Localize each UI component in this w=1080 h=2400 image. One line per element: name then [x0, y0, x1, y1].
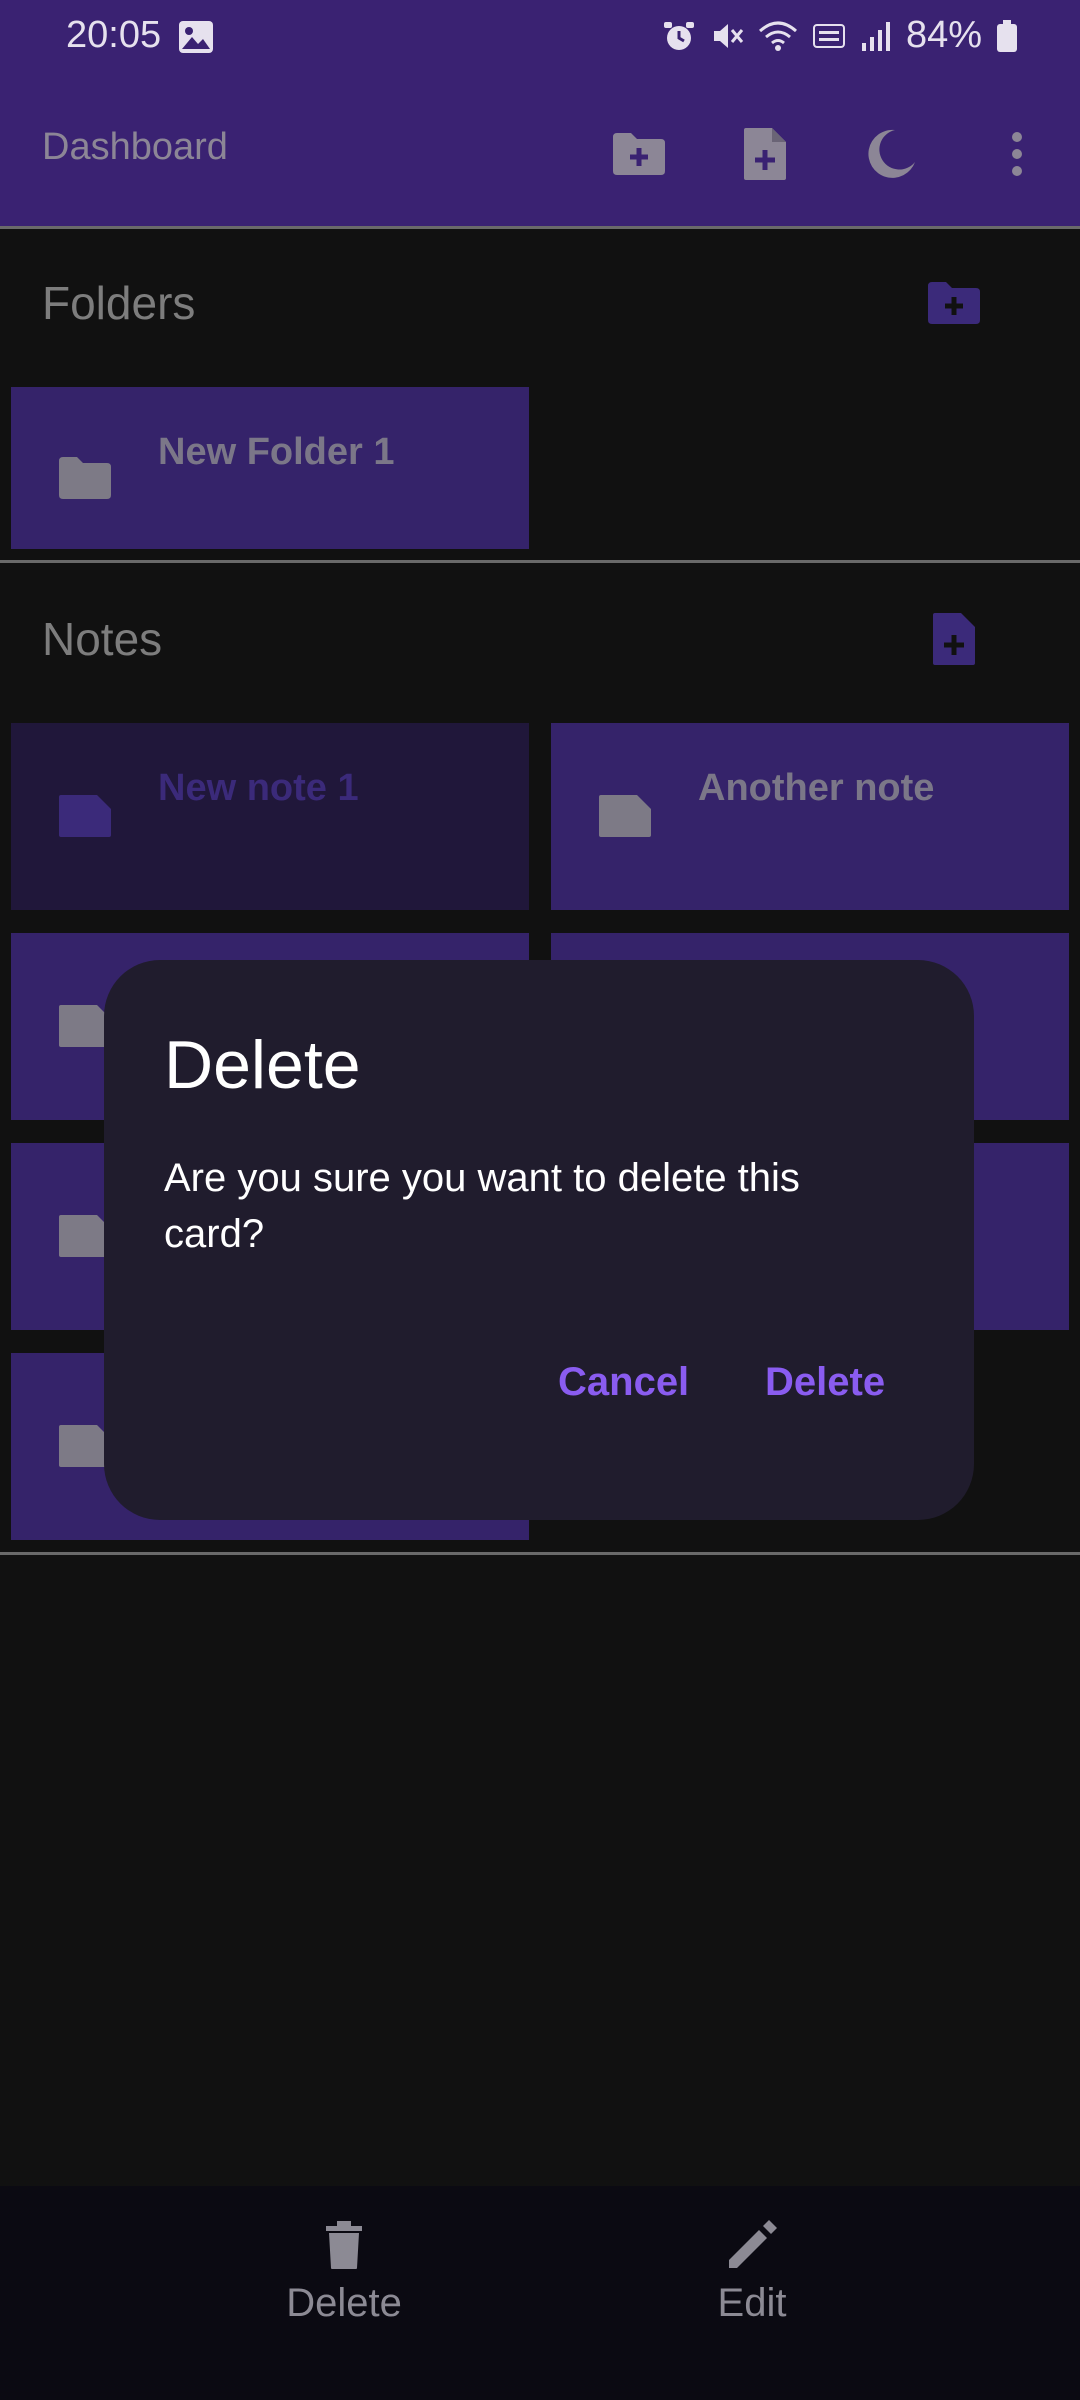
gallery-icon [178, 20, 214, 54]
delete-action-label: Delete [286, 2281, 402, 2325]
cancel-button[interactable]: Cancel [558, 1360, 689, 1405]
note-icon [57, 793, 117, 853]
mute-icon [710, 19, 744, 53]
bottom-action-bar: Delete Edit [0, 2186, 1080, 2400]
folder-card-label: New Folder 1 [158, 431, 395, 473]
folder-icon [57, 455, 117, 515]
wifi-icon [758, 19, 798, 53]
note-card[interactable]: Another note [551, 723, 1069, 910]
new-folder-icon[interactable] [607, 122, 671, 186]
trash-icon [324, 2220, 364, 2275]
folders-title: Folders [42, 277, 196, 329]
note-card-label: Another note [698, 767, 935, 809]
note-icon [597, 793, 657, 853]
add-folder-button[interactable] [919, 268, 989, 338]
more-options-icon[interactable] [985, 122, 1049, 186]
new-folder-icon [928, 282, 980, 324]
battery-percent: 84% [905, 14, 982, 56]
divider [0, 1552, 1080, 1555]
volte-icon [812, 19, 846, 53]
battery-icon [996, 19, 1018, 53]
app-bar: Dashboard [0, 80, 1080, 226]
signal-icon [860, 19, 892, 53]
dialog-message: Are you sure you want to delete this car… [164, 1156, 800, 1256]
delete-action-button[interactable]: Delete [244, 2220, 444, 2326]
status-time: 20:05 [66, 14, 162, 56]
status-icons: 84% [662, 14, 1018, 57]
app-title: Dashboard [42, 126, 228, 168]
confirm-delete-button[interactable]: Delete [765, 1360, 885, 1405]
divider [0, 560, 1080, 563]
note-card[interactable]: New note 1 [11, 723, 529, 910]
notes-title: Notes [42, 613, 163, 665]
pencil-icon [727, 2220, 777, 2275]
alarm-icon [662, 19, 696, 53]
status-bar: 20:05 84% [0, 0, 1080, 80]
dark-mode-icon[interactable] [859, 122, 923, 186]
add-note-button[interactable] [919, 604, 989, 674]
delete-dialog: Delete Are you sure you want to delete t… [104, 960, 974, 1520]
edit-action-button[interactable]: Edit [652, 2220, 852, 2326]
folder-card[interactable]: New Folder 1 [11, 387, 529, 549]
edit-action-label: Edit [717, 2281, 787, 2325]
dialog-title: Delete [164, 1027, 361, 1103]
new-note-icon[interactable] [733, 122, 797, 186]
new-note-icon [933, 613, 975, 665]
note-card-label: New note 1 [158, 767, 359, 809]
divider [0, 226, 1080, 229]
dashboard-screen: 20:05 84% Dashboard Folders New Folder 1… [0, 0, 1080, 2400]
